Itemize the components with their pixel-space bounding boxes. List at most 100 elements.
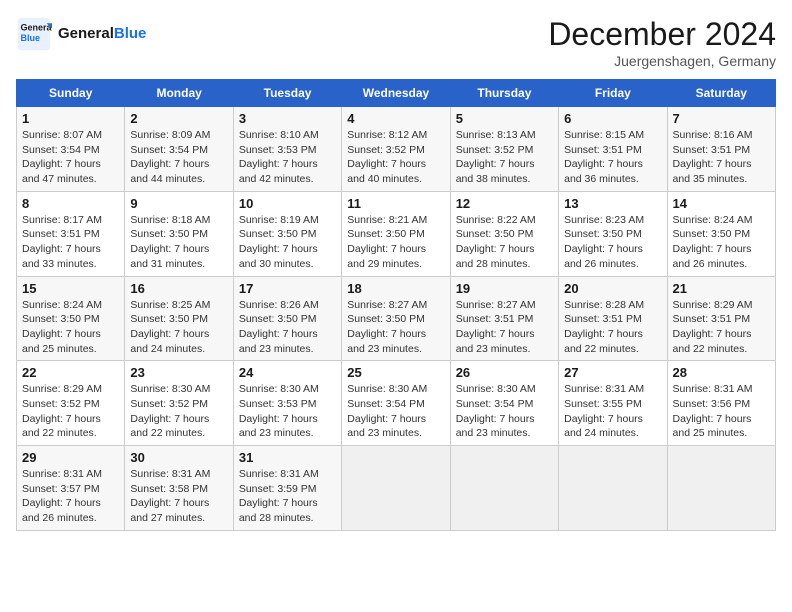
calendar-cell: 21 Sunrise: 8:29 AM Sunset: 3:51 PM Dayli…	[667, 276, 775, 361]
week-row-2: 8 Sunrise: 8:17 AM Sunset: 3:51 PM Daylig…	[17, 191, 776, 276]
day-number: 18	[347, 281, 444, 296]
logo: General Blue GeneralBlue	[16, 16, 146, 52]
svg-text:General: General	[21, 22, 53, 32]
day-info: Sunrise: 8:30 AM Sunset: 3:54 PM Dayligh…	[347, 382, 444, 441]
day-number: 10	[239, 196, 336, 211]
day-number: 7	[673, 111, 770, 126]
calendar-cell: 25 Sunrise: 8:30 AM Sunset: 3:54 PM Dayli…	[342, 361, 450, 446]
calendar-cell: 18 Sunrise: 8:27 AM Sunset: 3:50 PM Dayli…	[342, 276, 450, 361]
day-info: Sunrise: 8:31 AM Sunset: 3:55 PM Dayligh…	[564, 382, 661, 441]
day-info: Sunrise: 8:30 AM Sunset: 3:52 PM Dayligh…	[130, 382, 227, 441]
day-number: 16	[130, 281, 227, 296]
day-info: Sunrise: 8:10 AM Sunset: 3:53 PM Dayligh…	[239, 128, 336, 187]
weekday-header-saturday: Saturday	[667, 80, 775, 107]
week-row-4: 22 Sunrise: 8:29 AM Sunset: 3:52 PM Dayli…	[17, 361, 776, 446]
calendar-cell: 27 Sunrise: 8:31 AM Sunset: 3:55 PM Dayli…	[559, 361, 667, 446]
calendar-cell: 20Sunrise: 8:28 AM Sunset: 3:51 PM Dayli…	[559, 276, 667, 361]
calendar-cell: 8 Sunrise: 8:17 AM Sunset: 3:51 PM Daylig…	[17, 191, 125, 276]
calendar-cell: 5Sunrise: 8:13 AM Sunset: 3:52 PM Daylig…	[450, 107, 558, 192]
day-info: Sunrise: 8:30 AM Sunset: 3:53 PM Dayligh…	[239, 382, 336, 441]
weekday-header-thursday: Thursday	[450, 80, 558, 107]
title-block: December 2024 Juergenshagen, Germany	[548, 16, 776, 69]
day-info: Sunrise: 8:21 AM Sunset: 3:50 PM Dayligh…	[347, 213, 444, 272]
week-row-3: 15 Sunrise: 8:24 AM Sunset: 3:50 PM Dayli…	[17, 276, 776, 361]
day-number: 4	[347, 111, 444, 126]
day-info: Sunrise: 8:18 AM Sunset: 3:50 PM Dayligh…	[130, 213, 227, 272]
day-info: Sunrise: 8:22 AM Sunset: 3:50 PM Dayligh…	[456, 213, 553, 272]
day-info: Sunrise: 8:19 AM Sunset: 3:50 PM Dayligh…	[239, 213, 336, 272]
day-number: 1	[22, 111, 119, 126]
weekday-header-friday: Friday	[559, 80, 667, 107]
day-number: 21	[673, 281, 770, 296]
day-number: 25	[347, 365, 444, 380]
month-title: December 2024	[548, 16, 776, 53]
logo-general: General	[58, 25, 114, 42]
calendar-cell	[342, 446, 450, 531]
day-info: Sunrise: 8:09 AM Sunset: 3:54 PM Dayligh…	[130, 128, 227, 187]
calendar-cell: 26 Sunrise: 8:30 AM Sunset: 3:54 PM Dayli…	[450, 361, 558, 446]
calendar-cell: 16 Sunrise: 8:25 AM Sunset: 3:50 PM Dayli…	[125, 276, 233, 361]
day-info: Sunrise: 8:28 AM Sunset: 3:51 PM Dayligh…	[564, 298, 661, 357]
day-info: Sunrise: 8:30 AM Sunset: 3:54 PM Dayligh…	[456, 382, 553, 441]
day-number: 12	[456, 196, 553, 211]
day-info: Sunrise: 8:27 AM Sunset: 3:51 PM Dayligh…	[456, 298, 553, 357]
calendar-cell	[559, 446, 667, 531]
day-info: Sunrise: 8:12 AM Sunset: 3:52 PM Dayligh…	[347, 128, 444, 187]
day-info: Sunrise: 8:31 AM Sunset: 3:58 PM Dayligh…	[130, 467, 227, 526]
page-header: General Blue GeneralBlue December 2024 J…	[16, 16, 776, 69]
day-info: Sunrise: 8:27 AM Sunset: 3:50 PM Dayligh…	[347, 298, 444, 357]
location-title: Juergenshagen, Germany	[548, 53, 776, 69]
day-info: Sunrise: 8:31 AM Sunset: 3:57 PM Dayligh…	[22, 467, 119, 526]
day-number: 8	[22, 196, 119, 211]
day-number: 17	[239, 281, 336, 296]
calendar-cell: 22 Sunrise: 8:29 AM Sunset: 3:52 PM Dayli…	[17, 361, 125, 446]
week-row-5: 29 Sunrise: 8:31 AM Sunset: 3:57 PM Dayli…	[17, 446, 776, 531]
day-info: Sunrise: 8:29 AM Sunset: 3:51 PM Dayligh…	[673, 298, 770, 357]
day-number: 6	[564, 111, 661, 126]
calendar-cell: 13Sunrise: 8:23 AM Sunset: 3:50 PM Dayli…	[559, 191, 667, 276]
day-number: 29	[22, 450, 119, 465]
calendar-cell: 6 Sunrise: 8:15 AM Sunset: 3:51 PM Daylig…	[559, 107, 667, 192]
day-number: 19	[456, 281, 553, 296]
calendar-cell	[450, 446, 558, 531]
svg-text:Blue: Blue	[21, 33, 41, 43]
day-number: 24	[239, 365, 336, 380]
calendar-cell: 15 Sunrise: 8:24 AM Sunset: 3:50 PM Dayli…	[17, 276, 125, 361]
day-info: Sunrise: 8:25 AM Sunset: 3:50 PM Dayligh…	[130, 298, 227, 357]
day-info: Sunrise: 8:17 AM Sunset: 3:51 PM Dayligh…	[22, 213, 119, 272]
day-info: Sunrise: 8:31 AM Sunset: 3:56 PM Dayligh…	[673, 382, 770, 441]
weekday-header-monday: Monday	[125, 80, 233, 107]
calendar-cell: 31Sunrise: 8:31 AM Sunset: 3:59 PM Dayli…	[233, 446, 341, 531]
weekday-header-row: SundayMondayTuesdayWednesdayThursdayFrid…	[17, 80, 776, 107]
day-number: 15	[22, 281, 119, 296]
calendar-cell: 14Sunrise: 8:24 AM Sunset: 3:50 PM Dayli…	[667, 191, 775, 276]
day-number: 5	[456, 111, 553, 126]
day-number: 22	[22, 365, 119, 380]
calendar-cell: 3 Sunrise: 8:10 AM Sunset: 3:53 PM Daylig…	[233, 107, 341, 192]
calendar-cell: 10 Sunrise: 8:19 AM Sunset: 3:50 PM Dayli…	[233, 191, 341, 276]
day-info: Sunrise: 8:23 AM Sunset: 3:50 PM Dayligh…	[564, 213, 661, 272]
weekday-header-sunday: Sunday	[17, 80, 125, 107]
day-info: Sunrise: 8:29 AM Sunset: 3:52 PM Dayligh…	[22, 382, 119, 441]
day-number: 11	[347, 196, 444, 211]
calendar-cell: 4 Sunrise: 8:12 AM Sunset: 3:52 PM Daylig…	[342, 107, 450, 192]
weekday-header-tuesday: Tuesday	[233, 80, 341, 107]
day-number: 9	[130, 196, 227, 211]
day-number: 3	[239, 111, 336, 126]
day-info: Sunrise: 8:15 AM Sunset: 3:51 PM Dayligh…	[564, 128, 661, 187]
day-number: 26	[456, 365, 553, 380]
calendar-cell: 11 Sunrise: 8:21 AM Sunset: 3:50 PM Dayli…	[342, 191, 450, 276]
day-number: 2	[130, 111, 227, 126]
day-number: 27	[564, 365, 661, 380]
calendar-cell: 28 Sunrise: 8:31 AM Sunset: 3:56 PM Dayli…	[667, 361, 775, 446]
day-number: 31	[239, 450, 336, 465]
calendar-cell	[667, 446, 775, 531]
day-number: 28	[673, 365, 770, 380]
day-number: 14	[673, 196, 770, 211]
calendar-cell: 17Sunrise: 8:26 AM Sunset: 3:50 PM Dayli…	[233, 276, 341, 361]
calendar-cell: 30Sunrise: 8:31 AM Sunset: 3:58 PM Dayli…	[125, 446, 233, 531]
day-info: Sunrise: 8:16 AM Sunset: 3:51 PM Dayligh…	[673, 128, 770, 187]
logo-blue: Blue	[114, 25, 147, 42]
day-info: Sunrise: 8:24 AM Sunset: 3:50 PM Dayligh…	[22, 298, 119, 357]
day-info: Sunrise: 8:07 AM Sunset: 3:54 PM Dayligh…	[22, 128, 119, 187]
